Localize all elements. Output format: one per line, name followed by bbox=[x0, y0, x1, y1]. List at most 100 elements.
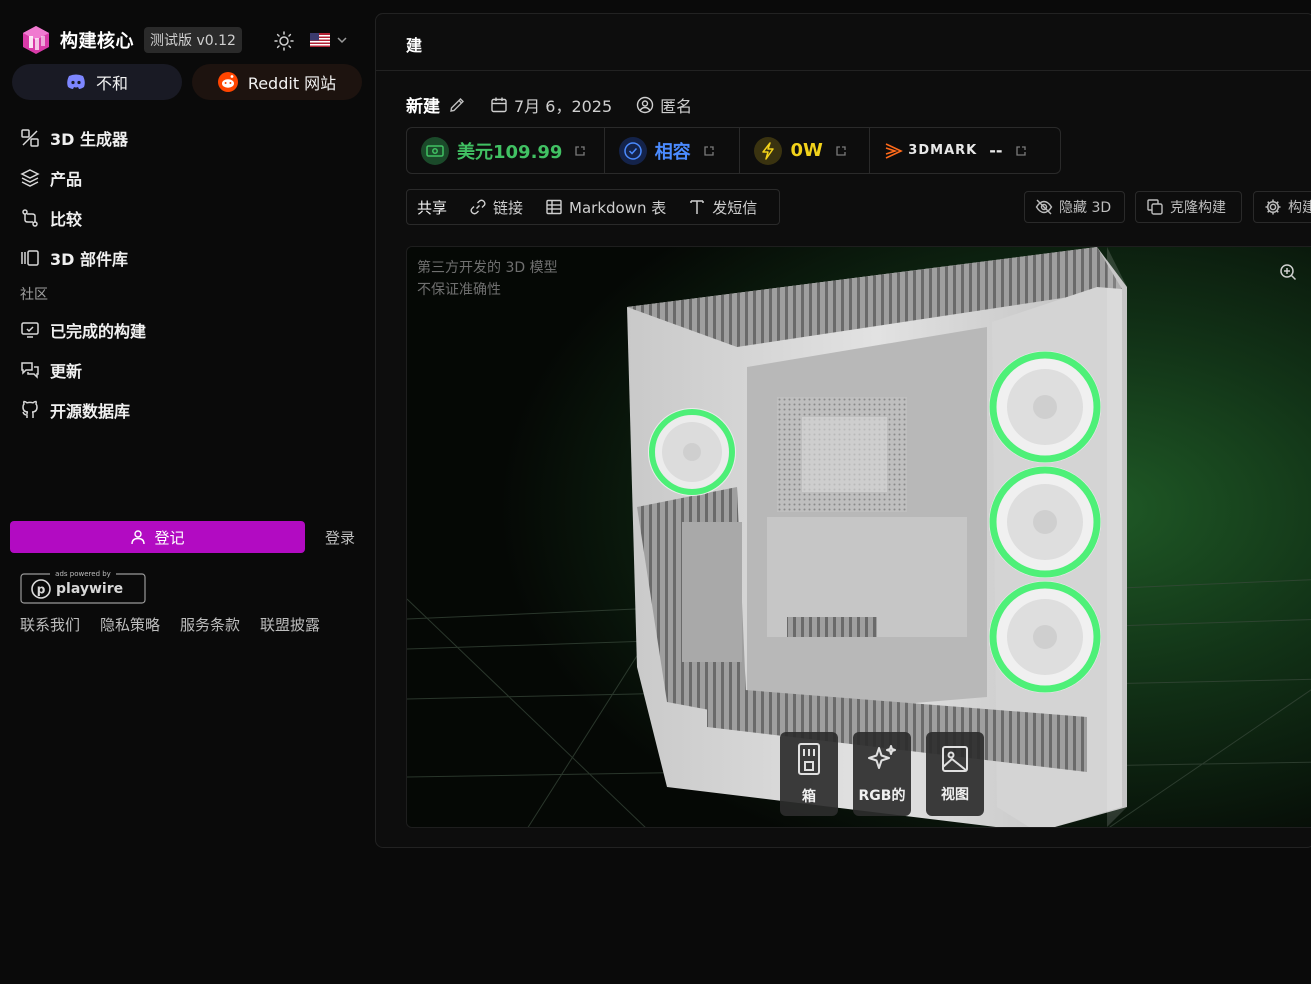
discord-icon bbox=[67, 74, 85, 89]
page-title: 建 bbox=[406, 36, 423, 55]
stat-price[interactable]: 美元109.99 bbox=[407, 128, 605, 173]
discord-button[interactable]: 不和 bbox=[12, 64, 182, 100]
gear-icon bbox=[1265, 199, 1281, 215]
signup-label: 登记 bbox=[154, 528, 185, 547]
calendar-icon bbox=[491, 97, 507, 112]
markdown-table-button[interactable]: Markdown 表 bbox=[545, 197, 666, 218]
discord-label: 不和 bbox=[95, 74, 128, 93]
playwire-ad-logo[interactable]: ads powered by p playwire bbox=[20, 566, 146, 604]
user-icon bbox=[131, 530, 146, 545]
brand-name: 构建核心 bbox=[60, 31, 134, 52]
copy-icon bbox=[1147, 199, 1163, 215]
clone-build-button[interactable]: 克隆构建 bbox=[1135, 191, 1242, 223]
build-settings-label: 构建 bbox=[1288, 200, 1311, 216]
3dmark-logo-icon bbox=[885, 142, 904, 159]
chat-icon bbox=[21, 362, 39, 379]
zoom-in-icon[interactable] bbox=[1279, 263, 1297, 281]
reddit-icon bbox=[217, 72, 238, 92]
power-value: 0W bbox=[790, 140, 823, 161]
sidebar-item-completed-builds[interactable]: 已完成的构建 bbox=[20, 310, 350, 350]
viewport-disclaimer-line2: 不保证准确性 bbox=[417, 282, 501, 298]
sidebar-item-open-database[interactable]: 开源数据库 bbox=[20, 390, 350, 430]
us-flag-icon[interactable] bbox=[310, 33, 330, 47]
footer-link-terms[interactable]: 服务条款 bbox=[180, 614, 240, 635]
github-icon bbox=[22, 400, 38, 418]
main-header: 建 bbox=[376, 14, 1311, 71]
sidebar-item-products[interactable]: 产品 bbox=[20, 158, 350, 198]
sidebar-item-label: 3D 部件库 bbox=[50, 250, 128, 269]
external-link-icon[interactable] bbox=[574, 145, 586, 157]
dock-rgb-label: RGB的 bbox=[858, 788, 906, 804]
main-panel: 建 新建 7月 6，2025 匿名 美元109.99 相容 0W 3DMARK … bbox=[375, 13, 1311, 848]
viewport-disclaimer-line1: 第三方开发的 3D 模型 bbox=[417, 260, 558, 276]
external-link-icon[interactable] bbox=[835, 145, 847, 157]
build-date: 7月 6，2025 bbox=[490, 93, 612, 117]
markdown-label: Markdown 表 bbox=[569, 198, 667, 217]
svg-text:p: p bbox=[37, 583, 46, 597]
image-icon bbox=[942, 746, 968, 772]
layers-icon bbox=[20, 169, 40, 187]
ads-powered-by-text: ads powered by bbox=[55, 570, 111, 578]
dock-case-button[interactable]: 箱 bbox=[780, 732, 838, 816]
logo-icon bbox=[23, 26, 49, 54]
monitor-icon bbox=[21, 322, 39, 338]
sidebar-item-label: 更新 bbox=[50, 362, 83, 381]
text-label: 发短信 bbox=[712, 198, 758, 217]
compat-value: 相容 bbox=[654, 141, 691, 163]
dock-case-label: 箱 bbox=[802, 789, 816, 805]
sidebar-item-compare[interactable]: 比较 bbox=[20, 198, 350, 238]
external-link-icon[interactable] bbox=[703, 145, 715, 157]
dock-view-button[interactable]: 视图 bbox=[926, 732, 984, 816]
build-author-text: 匿名 bbox=[660, 96, 693, 116]
stat-power[interactable]: 0W bbox=[740, 128, 871, 173]
pencil-icon[interactable] bbox=[448, 96, 466, 114]
playwire-brand-text: playwire bbox=[56, 581, 123, 597]
logo-row[interactable]: 构建核心 测试版 v0.12 bbox=[20, 22, 242, 58]
footer-link-contact[interactable]: 联系我们 bbox=[20, 614, 80, 635]
chevron-down-icon[interactable] bbox=[336, 34, 348, 46]
nav-section-community: 社区 bbox=[20, 287, 48, 303]
sidebar-item-label: 比较 bbox=[50, 210, 83, 229]
reddit-button[interactable]: Reddit 网站 bbox=[192, 64, 362, 100]
badge-check-icon bbox=[618, 136, 647, 165]
sidebar-item-label: 3D 生成器 bbox=[50, 130, 128, 149]
3d-viewport[interactable]: 第三方开发的 3D 模型 不保证准确性 箱 RGB的 视图 bbox=[406, 246, 1311, 828]
table-icon bbox=[546, 199, 562, 215]
clone-build-label: 克隆构建 bbox=[1170, 200, 1226, 216]
sidebar-item-label: 产品 bbox=[50, 170, 83, 189]
stat-compatibility[interactable]: 相容 bbox=[605, 128, 741, 173]
footer-link-affiliate[interactable]: 联盟披露 bbox=[260, 614, 320, 635]
library-icon bbox=[21, 250, 39, 266]
dock-rgb-button[interactable]: RGB的 bbox=[853, 732, 911, 816]
text-share-button[interactable]: 发短信 bbox=[688, 197, 757, 218]
share-label: 共享 bbox=[417, 198, 448, 217]
footer-links: 联系我们 隐私策略 服务条款 联盟披露 bbox=[20, 614, 320, 635]
build-name[interactable]: 新建 bbox=[406, 92, 440, 117]
sidebar-item-label: 开源数据库 bbox=[50, 402, 131, 421]
footer-link-privacy[interactable]: 隐私策略 bbox=[100, 614, 160, 635]
stat-3dmark[interactable]: 3DMARK -- bbox=[870, 128, 1060, 173]
view-dock: 箱 RGB的 视图 bbox=[780, 732, 984, 816]
sun-icon[interactable] bbox=[274, 31, 294, 51]
link-icon bbox=[470, 199, 486, 215]
build-settings-button[interactable]: 构建 bbox=[1253, 191, 1311, 223]
sidebar: 构建核心 测试版 v0.12 不和 Reddit 网站 3D 生成器 产品 比较… bbox=[0, 0, 372, 984]
sparkle-icon bbox=[868, 745, 896, 769]
sidebar-item-3d-library[interactable]: 3D 部件库 bbox=[20, 238, 350, 278]
copy-link-button[interactable]: 链接 bbox=[469, 197, 523, 218]
signup-button[interactable]: 登记 bbox=[10, 521, 305, 553]
case-icon bbox=[798, 743, 820, 775]
build-author: 匿名 bbox=[636, 93, 692, 117]
build-date-text: 7月 6，2025 bbox=[514, 96, 613, 116]
login-link[interactable]: 登录 bbox=[325, 527, 355, 548]
sidebar-item-3d-generator[interactable]: 3D 生成器 bbox=[20, 118, 350, 158]
generator-icon bbox=[21, 129, 39, 147]
sidebar-item-label: 已完成的构建 bbox=[50, 322, 147, 341]
eye-off-icon bbox=[1035, 199, 1053, 215]
user-circle-icon bbox=[636, 96, 654, 113]
external-link-icon[interactable] bbox=[1015, 145, 1027, 157]
sidebar-item-updates[interactable]: 更新 bbox=[20, 350, 350, 390]
hide-3d-button[interactable]: 隐藏 3D bbox=[1024, 191, 1125, 223]
hide-3d-label: 隐藏 3D bbox=[1059, 200, 1112, 216]
compare-icon bbox=[22, 209, 38, 227]
